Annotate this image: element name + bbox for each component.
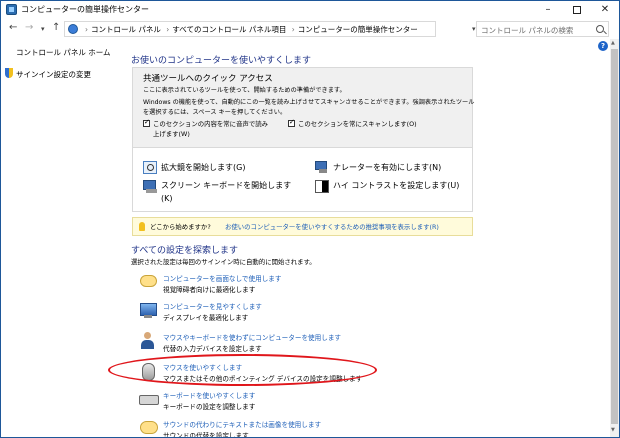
settings-row-desc: 視覚障碍者向けに最適化します — [163, 286, 256, 294]
recommendation-tip-bar: どこから始めますか? お使いのコンピューターを使いやすくするための推奨事項を表示… — [132, 217, 473, 236]
settings-row-link[interactable]: サウンドの代わりにテキストまたは画像を使用します — [163, 419, 321, 429]
address-bar[interactable]: › コントロール パネル › すべてのコントロール パネル項目 › コンピューターの簡… — [64, 21, 493, 37]
control-panel-icon — [68, 24, 78, 34]
page-title: お使いのコンピューターを使いやすくします — [131, 56, 312, 66]
settings-row-link[interactable]: キーボードを使いやすくします — [163, 390, 255, 400]
person-icon — [139, 332, 157, 350]
scan-checkbox-label[interactable]: このセクションを常にスキャンします(O) — [298, 119, 417, 128]
read-aloud-checkbox[interactable] — [143, 118, 150, 127]
quick-access-desc-3: を選択するには、スペース キーを押してください。 — [143, 109, 287, 116]
start-magnifier-link[interactable]: 拡大鏡を開始します(G) — [161, 161, 245, 174]
back-arrow-icon[interactable]: ← — [9, 22, 17, 33]
address-row: ← → ▾ ↑ › コントロール パネル › すべてのコントロール パネル項目 › コ… — [1, 19, 619, 39]
maximize-icon — [573, 5, 581, 14]
settings-row-mouse-easier: マウスを使いやすくします マウスまたはその他のポインティング デバイスの設定を調… — [139, 362, 469, 388]
signin-settings-link[interactable]: サインイン設定の変更 — [16, 69, 91, 80]
settings-row-link[interactable]: マウスやキーボードを使わずにコンピューターを使用します — [163, 332, 341, 342]
maximize-button[interactable] — [564, 1, 590, 18]
recent-locations-chevron-icon[interactable]: ▾ — [41, 25, 45, 33]
settings-row-desc: マウスまたはその他のポインティング デバイスの設定を調整します — [163, 375, 363, 383]
settings-row-link[interactable]: コンピューターを見やすくします — [163, 301, 262, 311]
explore-settings-desc: 選択された設定は毎回のサインイン時に自動的に開始されます。 — [131, 258, 316, 266]
search-icon — [596, 25, 604, 33]
keyboard-icon — [139, 390, 159, 408]
breadcrumb-control-panel[interactable]: コントロール パネル — [91, 25, 161, 34]
scroll-down-arrow-icon[interactable]: ▼ — [611, 427, 615, 433]
scan-checkbox[interactable] — [288, 118, 295, 127]
narrator-icon — [315, 161, 329, 174]
left-pane: コントロール パネル ホーム サインイン設定の変更 — [1, 39, 119, 437]
recommendations-link[interactable]: お使いのコンピューターを使いやすくするための推奨事項を表示します(R) — [225, 222, 439, 231]
set-high-contrast-link[interactable]: ハイ コントラストを設定します(U) — [333, 179, 459, 192]
quick-access-panel: 共通ツールへのクイック アクセス ここに表示されているツールを使って、開始するた… — [132, 67, 475, 212]
settings-row-sound-alternatives: サウンドの代わりにテキストまたは画像を使用します サウンドの代替を設定します — [139, 419, 469, 438]
read-aloud-checkbox-label[interactable]: このセクションの内容を常に音声で読み 上げます(W) — [153, 119, 268, 139]
settings-row-no-display: コンピューターを画面なしで使用します 視覚障碍者向けに最適化します — [139, 273, 469, 299]
control-panel-window: コンピューターの簡単操作センター – ✕ ← → ▾ ↑ › コントロール パネル… — [0, 0, 620, 438]
settings-row-link[interactable]: マウスを使いやすくします — [163, 362, 242, 372]
scroll-up-arrow-icon[interactable]: ▲ — [611, 40, 615, 46]
quick-access-header: 共通ツールへのクイック アクセス ここに表示されているツールを使って、開始するた… — [133, 68, 475, 148]
quick-access-desc-2: Windows の機能を使って、自動的にこの一覧を読み上げさせてスキャンさせるこ… — [143, 99, 475, 106]
magnifier-icon — [143, 161, 157, 174]
explore-settings-heading: すべての設定を探索します — [131, 246, 239, 256]
close-button[interactable]: ✕ — [592, 1, 618, 18]
settings-row-keyboard-easier: キーボードを使いやすくします キーボードの設定を調整します — [139, 390, 469, 416]
up-arrow-icon[interactable]: ↑ — [52, 22, 60, 33]
settings-row-desc: サウンドの代替を設定します — [163, 432, 249, 438]
quick-access-desc-1: ここに表示されているツールを使って、開始するための準備ができます。 — [143, 87, 346, 94]
quick-access-title: 共通ツールへのクイック アクセス — [143, 74, 273, 84]
monitor-icon — [139, 301, 157, 319]
minimize-button[interactable]: – — [535, 1, 561, 18]
breadcrumb-ease-of-access[interactable]: コンピューターの簡単操作センター — [298, 25, 418, 34]
tip-question: どこから始めますか? — [150, 223, 211, 231]
settings-row-link[interactable]: コンピューターを画面なしで使用します — [163, 273, 282, 283]
settings-row-desc: 代替の入力デバイスを設定します — [163, 345, 262, 353]
breadcrumb: › コントロール パネル › すべてのコントロール パネル項目 › コンピューターの簡… — [85, 25, 418, 34]
search-placeholder: コントロール パネルの検索 — [481, 26, 574, 35]
vertical-scrollbar[interactable]: ▲ ▼ — [610, 39, 619, 437]
speech-bubble-icon — [139, 273, 157, 291]
mouse-icon — [139, 362, 157, 381]
control-panel-home-link[interactable]: コントロール パネル ホーム — [16, 47, 111, 58]
breadcrumb-all-items[interactable]: すべてのコントロール パネル項目 — [172, 25, 286, 34]
search-input[interactable]: コントロール パネルの検索 — [476, 21, 609, 37]
scrollbar-thumb[interactable] — [611, 49, 618, 424]
address-dropdown-chevron-icon[interactable]: ▾ — [472, 25, 476, 33]
settings-row-easier-to-see: コンピューターを見やすくします ディスプレイを最適化します — [139, 301, 469, 327]
start-on-screen-keyboard-link[interactable]: スクリーン キーボードを開始します (K) — [161, 179, 291, 205]
lightbulb-icon — [139, 222, 145, 231]
help-icon[interactable]: ? — [598, 41, 608, 51]
window-title: コンピューターの簡単操作センター — [21, 5, 149, 14]
title-bar: コンピューターの簡単操作センター – ✕ — [1, 1, 619, 19]
start-narrator-link[interactable]: ナレーターを有効にします(N) — [333, 161, 441, 174]
shield-icon — [5, 68, 13, 78]
settings-row-no-mouse-keyboard: マウスやキーボードを使わずにコンピューターを使用します 代替の入力デバイスを設定… — [139, 332, 469, 358]
forward-arrow-icon[interactable]: → — [25, 22, 33, 33]
settings-row-desc: ディスプレイを最適化します — [163, 314, 249, 322]
ease-of-access-app-icon — [6, 4, 17, 15]
settings-row-desc: キーボードの設定を調整します — [163, 403, 256, 411]
high-contrast-icon — [315, 180, 329, 193]
on-screen-keyboard-icon — [143, 180, 157, 193]
speech-bubble-icon — [139, 419, 158, 437]
